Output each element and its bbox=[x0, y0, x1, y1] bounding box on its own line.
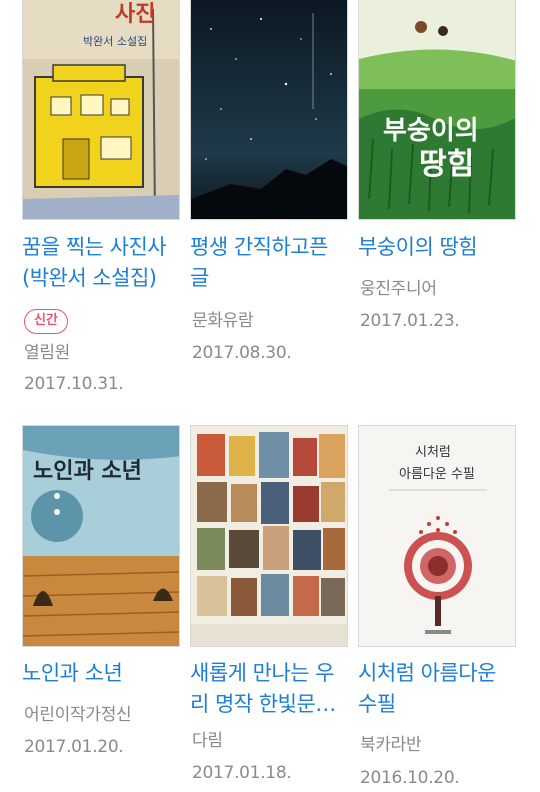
book-grid: 사진 박완서 소설집 꿈을 찍는 사진사 (박완서 소설집) 신간 열림원 20… bbox=[0, 0, 540, 792]
book-cover[interactable] bbox=[190, 425, 348, 647]
book-title[interactable]: 평생 간직하고픈 글 bbox=[190, 232, 352, 294]
svg-text:사진: 사진 bbox=[115, 2, 155, 27]
svg-text:부숭이의: 부숭이의 bbox=[383, 116, 479, 146]
book-date: 2017.01.20. bbox=[24, 737, 124, 757]
cover-illustration: 부숭이의 땅힘 bbox=[359, 0, 515, 219]
book-title[interactable]: 부숭이의 땅힘 bbox=[358, 232, 520, 263]
cover-illustration: 시처럼 아름다운 수필 bbox=[359, 426, 515, 646]
book-title[interactable]: 꿈을 찍는 사진사 (박완서 소설집) bbox=[22, 232, 184, 294]
new-badge: 신간 bbox=[24, 309, 68, 334]
book-publisher: 북카라반 bbox=[360, 735, 422, 755]
cover-illustration: 노인과 소년 bbox=[23, 426, 179, 646]
svg-text:노인과 소년: 노인과 소년 bbox=[33, 459, 142, 484]
book-title[interactable]: 시처럼 아름다운 수필 bbox=[358, 658, 520, 720]
book-date: 2017.01.23. bbox=[360, 311, 460, 331]
svg-text:아름다운 수필: 아름다운 수필 bbox=[399, 467, 475, 482]
svg-text:시처럼: 시처럼 bbox=[415, 445, 451, 460]
cover-illustration: 사진 박완서 소설집 bbox=[23, 0, 179, 219]
book-title[interactable]: 노인과 소년 bbox=[22, 658, 184, 689]
book-publisher: 웅진주니어 bbox=[360, 279, 437, 299]
book-cover[interactable]: 부숭이의 땅힘 bbox=[358, 0, 516, 220]
cover-illustration bbox=[191, 426, 347, 646]
svg-text:박완서 소설집: 박완서 소설집 bbox=[83, 35, 147, 48]
book-cover[interactable]: 시처럼 아름다운 수필 bbox=[358, 425, 516, 647]
book-publisher: 열림원 bbox=[24, 343, 71, 363]
book-cover[interactable]: 사진 박완서 소설집 bbox=[22, 0, 180, 220]
book-cover[interactable]: 노인과 소년 bbox=[22, 425, 180, 647]
book-publisher: 문화유람 bbox=[192, 311, 254, 331]
book-publisher: 어린이작가정신 bbox=[24, 705, 132, 725]
book-date: 2017.08.30. bbox=[192, 343, 292, 363]
book-cover[interactable] bbox=[190, 0, 348, 220]
cover-illustration bbox=[191, 0, 347, 219]
book-date: 2017.01.18. bbox=[192, 763, 292, 783]
book-title[interactable]: 새롭게 만나는 우 리 명작 한빛문… bbox=[190, 658, 352, 720]
svg-text:땅힘: 땅힘 bbox=[419, 147, 474, 182]
book-publisher: 다림 bbox=[192, 731, 223, 751]
book-date: 2017.10.31. bbox=[24, 374, 124, 394]
book-date: 2016.10.20. bbox=[360, 768, 460, 788]
